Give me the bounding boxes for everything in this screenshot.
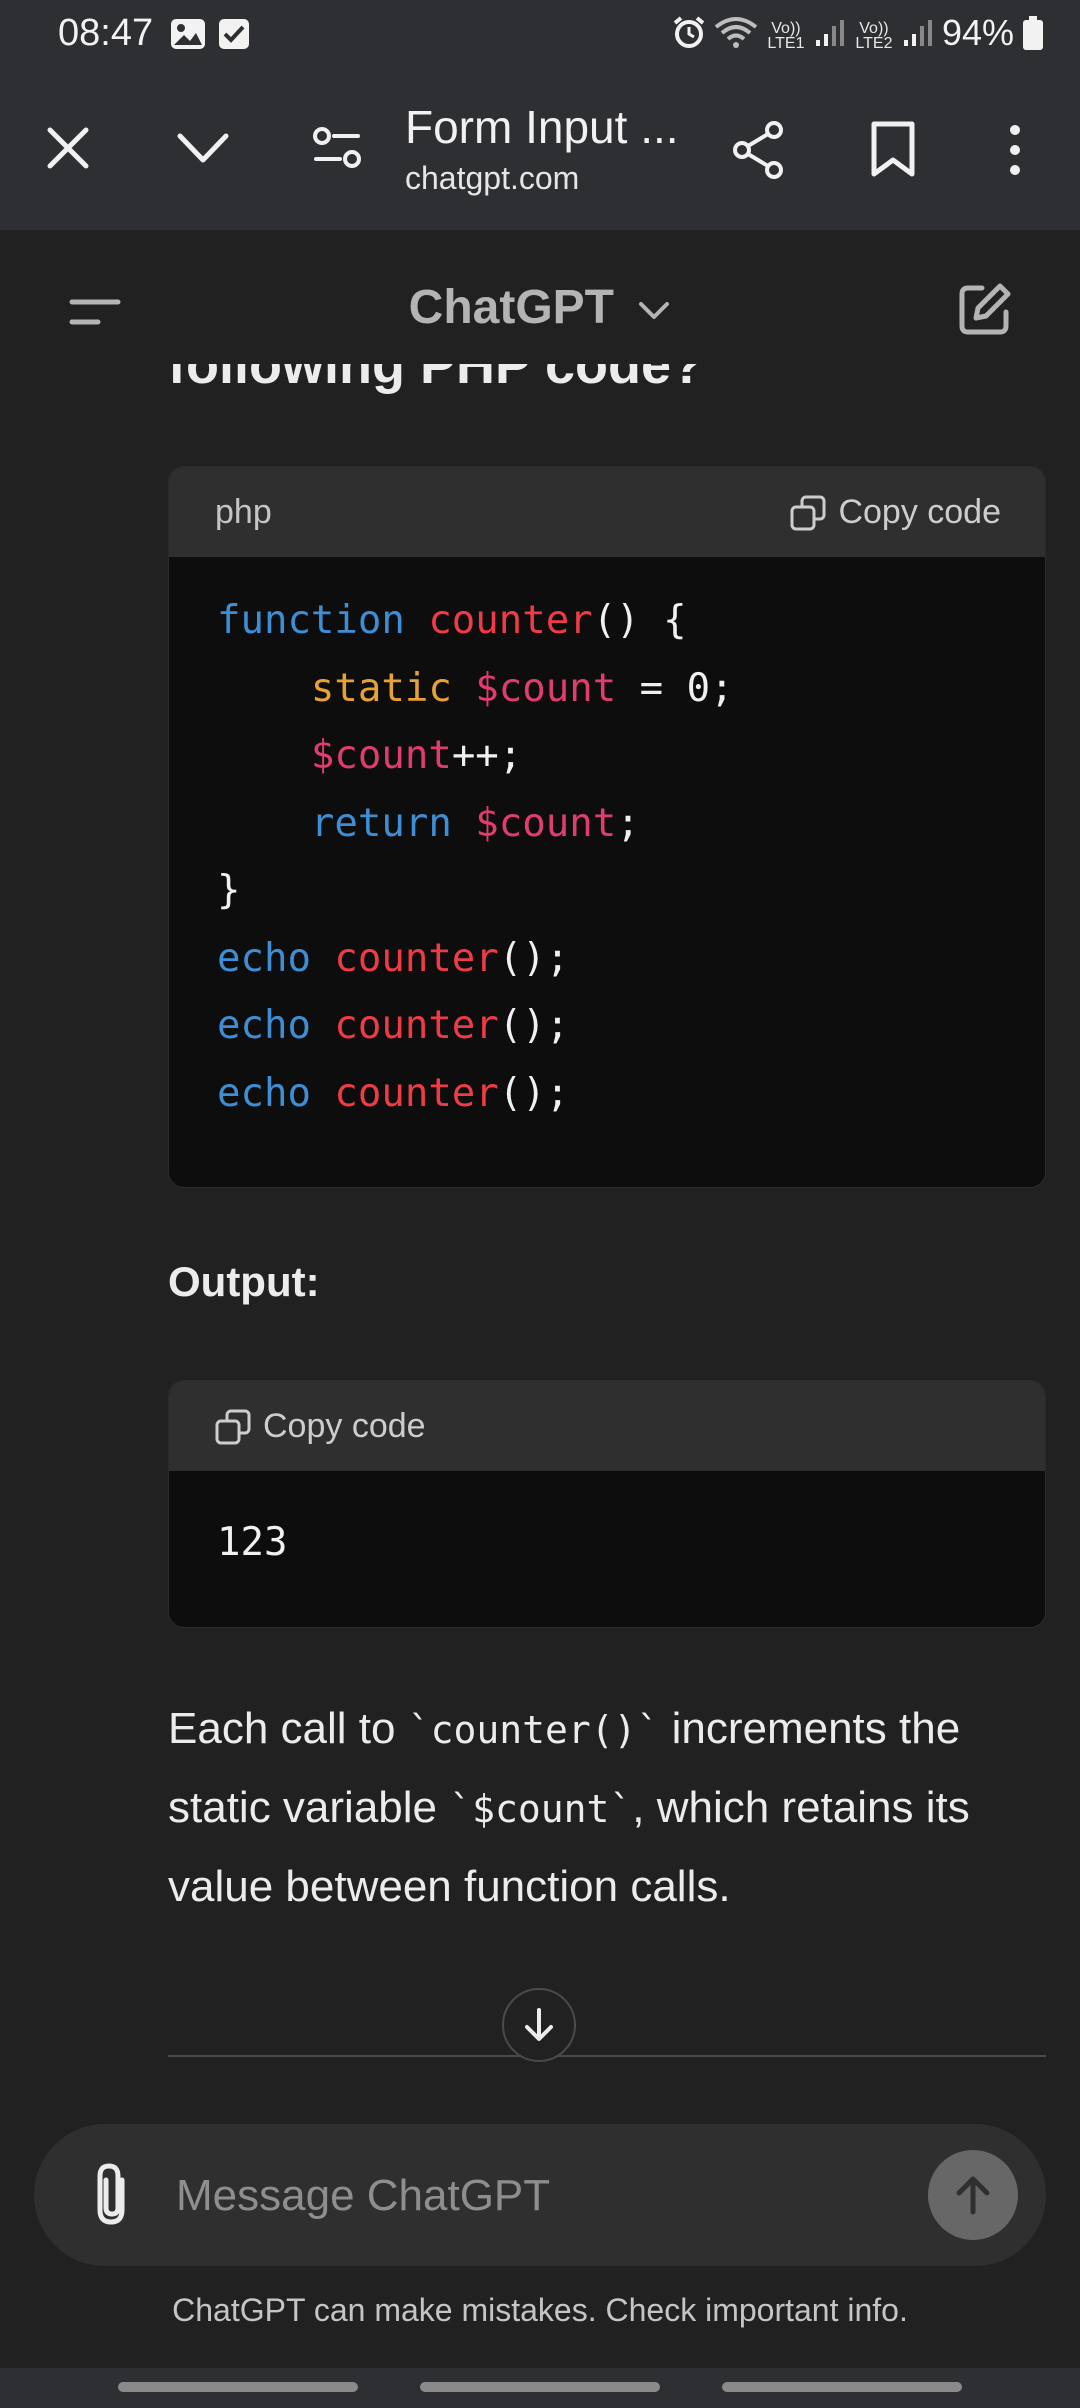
output-label: Output: [168,1258,320,1305]
message-input[interactable] [174,2124,938,2268]
status-time: 08:47 [58,12,154,54]
php-code: function counter() { static $count = 0; … [217,598,734,1116]
arrow-up-icon [956,2176,990,2215]
copy-code-label: Copy code [263,1407,426,1445]
arrow-down-icon [525,2008,553,2041]
heading-clip: following PHP code? [0,364,1080,422]
code-block-header: Copy code [169,1381,1045,1471]
copy-code-button[interactable]: Copy code [790,493,1001,532]
share-icon[interactable] [730,120,786,180]
disclaimer: ChatGPT can make mistakes. Check importa… [172,2292,908,2328]
check-icon [219,19,249,49]
alarm-icon [673,16,705,48]
sim1-label: Vo)) LTE1 [767,20,805,52]
copy-code-label: Copy code [838,493,1001,531]
divider [168,2055,1046,2057]
new-chat-icon[interactable] [956,280,1014,338]
nav-back-button[interactable] [722,2382,962,2392]
copy-code-button[interactable]: Copy code [215,1407,426,1446]
inline-code: `counter()` [407,1708,660,1752]
attach-icon[interactable] [90,2160,134,2230]
partial-heading: following PHP code? [168,364,705,395]
code-block-output: Copy code 123 [168,1380,1046,1628]
page-settings-icon[interactable] [312,126,362,170]
system-nav-bar [0,2368,1080,2408]
sim2-label: Vo)) LTE2 [855,20,893,52]
scroll-to-bottom-button[interactable] [502,1988,576,2062]
explanation-text: Each call to [168,1704,408,1753]
inline-code: `$count` [449,1787,633,1831]
nav-home-button[interactable] [420,2382,660,2392]
code-language-label: php [215,493,272,531]
message-composer [34,2124,1046,2268]
send-button[interactable] [928,2150,1018,2240]
nav-recents-button[interactable] [118,2382,358,2392]
model-selector[interactable]: ChatGPT [0,280,1080,335]
status-indicators: Vo)) LTE1 Vo)) LTE2 94% [672,12,1044,54]
bookmark-icon[interactable] [870,120,916,178]
output-value: 123 [217,1520,288,1565]
browser-page-domain[interactable]: chatgpt.com [405,160,579,197]
battery-percent: 94% [941,12,1014,53]
battery-icon [1023,16,1043,50]
more-options-icon[interactable] [1000,122,1030,178]
explanation-paragraph: Each call to `counter()` increments the … [168,1690,1038,1926]
code-block-header: php Copy code [169,467,1045,557]
copy-icon [790,495,826,530]
signal-icon [903,20,932,46]
model-name: ChatGPT [408,281,614,334]
signal-icon [815,20,844,46]
copy-icon [215,1409,251,1444]
browser-page-title[interactable]: Form Input ... [405,100,679,154]
code-block-php: php Copy code function counter() { stati… [168,466,1046,1188]
chevron-down-icon [639,302,670,320]
chevron-down-icon[interactable] [176,130,230,166]
wifi-icon [714,17,758,48]
close-icon[interactable] [44,124,92,172]
gallery-icon [171,19,205,49]
